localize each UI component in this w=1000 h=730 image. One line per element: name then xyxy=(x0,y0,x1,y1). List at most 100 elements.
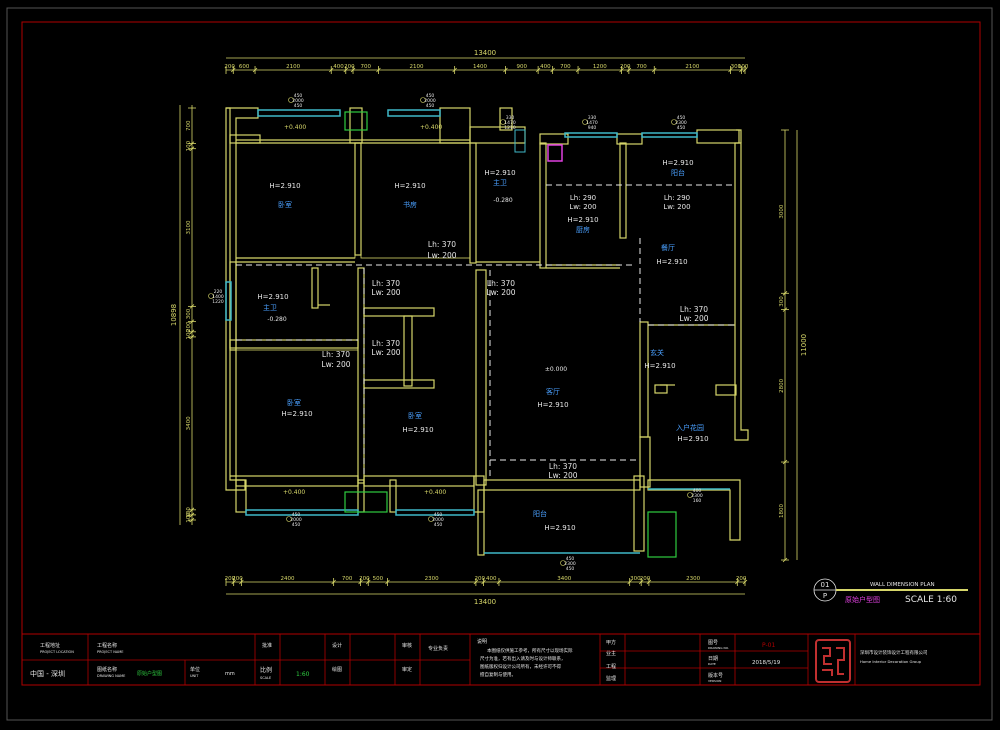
dimension-label: 100 xyxy=(186,140,192,151)
dimension-label: 2800 xyxy=(779,378,785,392)
tb-scale: 1:60 xyxy=(296,671,310,678)
room-name: 主卫 xyxy=(263,303,277,312)
dimension-label: 100 xyxy=(738,64,749,70)
tb-sign-4: 监理 xyxy=(606,675,616,682)
dimension-label: 1400 xyxy=(473,64,487,70)
room-name: 卧室 xyxy=(278,200,292,209)
room-name: 阳台 xyxy=(533,509,547,518)
opening-lh: Lh: 290 xyxy=(664,194,690,202)
tb-sign-3: 工程 xyxy=(606,663,616,670)
room-h: H=2.910 xyxy=(662,159,693,167)
opening-lw: Lw: 200 xyxy=(371,288,400,297)
opening-lw: Lw: 200 xyxy=(548,471,577,480)
tb-note-line: 图纸版权归设计公司所有，未经许可不得 xyxy=(480,663,561,670)
window-tag-value: 940 xyxy=(588,125,597,131)
plan-title-en: WALL DIMENSION PLAN xyxy=(870,582,935,588)
tb-drawing-no-en: DRAWING NO. xyxy=(708,646,729,650)
tb-date: 2018/5/19 xyxy=(752,660,781,666)
room-h: H=2.910 xyxy=(537,401,568,409)
opening-lw: Lw: 200 xyxy=(321,360,350,369)
dimension-label: 1800 xyxy=(779,504,785,518)
tb-sign-1: 甲方 xyxy=(606,639,616,646)
room-name: 书房 xyxy=(403,200,417,209)
tb-approve-label: 批准 xyxy=(262,642,272,649)
opening-lw: Lw: 200 xyxy=(663,203,690,211)
dimension-label: 200 xyxy=(736,576,747,582)
tb-unit-en: UNIT xyxy=(190,674,199,678)
dimension-label: 2100 xyxy=(410,64,424,70)
tb-scale-en: SCALE xyxy=(260,676,271,680)
dimension-label: 200 xyxy=(640,576,651,582)
window-tag-value: 450 xyxy=(294,103,303,109)
dimension-label: 100 xyxy=(186,329,192,340)
plan-code-top: 01 xyxy=(821,581,830,589)
dimension-label: 700 xyxy=(560,64,571,70)
tb-company-cn: 深圳市设计装饰设计工程有限公司 xyxy=(860,649,928,656)
room-h: H=2.910 xyxy=(544,524,575,532)
tb-note-line: 擅自复制与使用。 xyxy=(480,671,516,678)
dimension-label: 900 xyxy=(517,64,528,70)
dimension-label: 200 xyxy=(344,64,355,70)
dimension-label: 400 xyxy=(486,576,497,582)
window-tag-value: 1220 xyxy=(212,299,224,305)
floor-plan-drawing: 13400 13400 10898 11000 200 600 2100 400 200… xyxy=(0,0,1000,730)
tb-unit-label: 单位 xyxy=(190,666,200,673)
top-total-dim: 13400 xyxy=(474,49,496,57)
dimension-label: 600 xyxy=(239,64,250,70)
dimension-label: 2300 xyxy=(686,576,700,582)
window-tag-value: 450 xyxy=(434,522,443,528)
bottom-total-dim: 13400 xyxy=(474,598,496,606)
room-h: H=2.910 xyxy=(484,169,515,177)
room-name: 阳台 xyxy=(671,168,685,177)
room-floor: -0.280 xyxy=(493,197,513,204)
room-name: 主卫 xyxy=(493,178,507,187)
dimension-label: 1200 xyxy=(593,64,607,70)
dimension-label: 700 xyxy=(186,120,192,131)
plan-title-cn: 原始户型图 xyxy=(845,595,880,604)
right-total-dim: 11000 xyxy=(800,334,808,356)
room-name: 卧室 xyxy=(287,398,301,407)
dimension-label: 200 xyxy=(474,576,485,582)
window-tag-value: 450 xyxy=(292,522,301,528)
room-name: 卧室 xyxy=(408,411,422,420)
room-h: H=2.910 xyxy=(281,410,312,418)
tb-version-en: VERSION xyxy=(708,679,721,683)
dimension-label: 200 xyxy=(359,576,370,582)
level-mark: +0.400 xyxy=(424,489,446,496)
tb-date-en: DATE xyxy=(708,662,716,666)
opening-lw: Lw: 200 xyxy=(569,203,596,211)
room-name: 玄关 xyxy=(650,348,664,357)
window-tag-value: 450 xyxy=(426,103,435,109)
tb-project-label: 工程名称 xyxy=(97,642,117,649)
plan-scale: SCALE 1:60 xyxy=(905,595,957,605)
opening-lh: Lh: 370 xyxy=(372,339,400,348)
tb-scale-label: 比例 xyxy=(260,666,272,674)
tb-note-line: 本图纸仅供施工参考，所有尺寸以现场实际 xyxy=(487,647,573,654)
room-h: H=2.910 xyxy=(394,182,425,190)
tb-drawing-label: 图纸名称 xyxy=(97,666,117,673)
opening-lw: Lw: 200 xyxy=(427,251,456,260)
tb-note-line: 尺寸为准，若有出入请及时与设计师联系， xyxy=(480,655,566,662)
room-name: 入户花园 xyxy=(676,423,704,432)
tb-unit: mm xyxy=(225,671,235,677)
room-name: 客厅 xyxy=(546,387,560,396)
dimension-label: 3400 xyxy=(186,416,192,430)
opening-lh: Lh: 370 xyxy=(428,240,456,249)
tb-drawing-no: P-01 xyxy=(762,642,775,649)
window-tag-value: 450 xyxy=(566,566,575,572)
dimension-label: 500 xyxy=(373,576,384,582)
tb-check-label: 审核 xyxy=(402,642,412,649)
opening-lh: Lh: 370 xyxy=(549,462,577,471)
tb-approve-value: 专业负责 xyxy=(428,645,448,652)
dimension-label: 300 xyxy=(779,296,785,307)
opening-lh: Lh: 370 xyxy=(487,279,515,288)
room-h: H=2.910 xyxy=(656,258,687,266)
tb-version-label: 版本号 xyxy=(708,672,723,679)
room-floor: ±0.000 xyxy=(545,366,567,373)
tb-location-label: 工程地址 xyxy=(40,642,60,649)
dimension-label: 700 xyxy=(342,576,353,582)
dimension-label: 700 xyxy=(360,64,371,70)
dimension-label: 200 xyxy=(232,576,243,582)
tb-drawing-name: 原始户型图 xyxy=(137,670,162,677)
dimension-label: 300 xyxy=(186,308,192,319)
